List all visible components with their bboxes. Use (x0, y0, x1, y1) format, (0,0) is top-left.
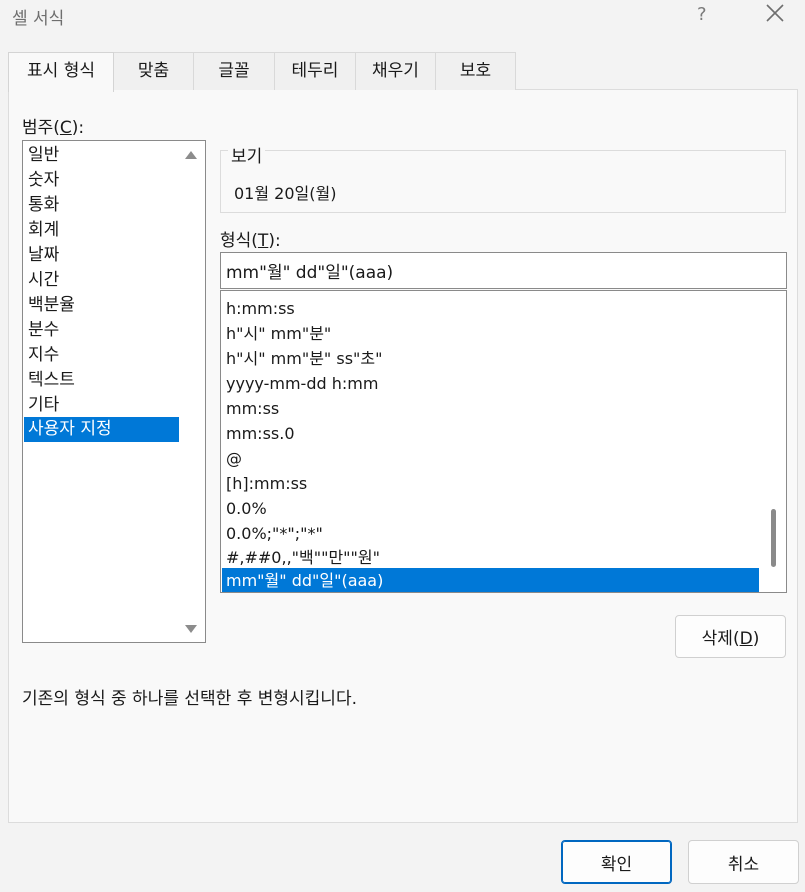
category-label-prefix: 범주( (22, 118, 60, 138)
help-button[interactable]: ? (697, 4, 707, 25)
category-item[interactable]: 기타 (24, 393, 179, 418)
category-item[interactable]: 분수 (24, 318, 179, 343)
format-list-scrollbar-thumb[interactable] (771, 509, 776, 567)
format-item[interactable]: 0.0% (222, 496, 759, 521)
tab-alignment[interactable]: 맞춤 (113, 52, 194, 90)
format-label-prefix: 형식( (220, 231, 258, 251)
format-item[interactable]: #,##0,,"백""만""원" (222, 545, 759, 570)
category-item-selected[interactable]: 사용자 지정 (24, 417, 179, 442)
format-label: 형식(T): (220, 226, 281, 251)
format-label-suffix: ): (268, 231, 281, 251)
tab-protection[interactable]: 보호 (435, 52, 516, 90)
format-item[interactable]: [h]:mm:ss (222, 471, 759, 496)
scroll-down-arrow-icon[interactable] (185, 625, 197, 633)
tab-number-format[interactable]: 표시 형식 (8, 52, 114, 92)
format-item[interactable]: h"시" mm"분" ss"초" (222, 346, 759, 371)
preview-label: 보기 (228, 142, 266, 167)
tab-font[interactable]: 글꼴 (193, 52, 275, 90)
category-item[interactable]: 텍스트 (24, 368, 179, 393)
tab-border[interactable]: 테두리 (274, 52, 356, 90)
dialog-title: 셀 서식 (12, 9, 65, 29)
category-item[interactable]: 백분율 (24, 293, 179, 318)
close-button[interactable] (764, 2, 786, 24)
description-text: 기존의 형식 중 하나를 선택한 후 변형시킵니다. (22, 689, 357, 709)
category-item[interactable]: 회계 (24, 218, 179, 243)
category-label-key: C (59, 118, 72, 138)
format-item[interactable]: mm:ss.0 (222, 421, 759, 446)
format-item[interactable]: yyyy-mm-dd h:mm (222, 371, 759, 396)
category-label: 범주(C): (22, 113, 84, 138)
delete-button-prefix: 삭제( (701, 629, 740, 649)
cancel-button[interactable]: 취소 (688, 840, 799, 884)
preview-value: 01월 20일(월) (234, 184, 337, 203)
format-item[interactable]: mm:ss (222, 396, 759, 421)
format-item[interactable]: 0.0%;"*";"*" (222, 521, 759, 546)
format-listbox[interactable]: h:mm:ss h"시" mm"분" h"시" mm"분" ss"초" yyyy… (220, 290, 787, 593)
delete-button-suffix: ) (752, 629, 760, 649)
format-item[interactable]: @ (222, 446, 759, 471)
format-item-selected[interactable]: mm"월" dd"일"(aaa) (222, 568, 759, 592)
category-item[interactable]: 일반 (24, 143, 179, 168)
category-item[interactable]: 시간 (24, 268, 179, 293)
format-item[interactable]: h"시" mm"분" (222, 321, 759, 346)
category-listbox[interactable]: 일반 숫자 통화 회계 날짜 시간 백분율 분수 지수 텍스트 기타 사용자 지… (22, 140, 206, 643)
scroll-up-arrow-icon[interactable] (185, 151, 197, 159)
category-item[interactable]: 숫자 (24, 168, 179, 193)
category-item[interactable]: 날짜 (24, 243, 179, 268)
format-input[interactable] (220, 252, 787, 289)
delete-button[interactable]: 삭제(D) (675, 615, 786, 658)
format-item[interactable]: h:mm:ss (222, 296, 759, 321)
category-item[interactable]: 지수 (24, 343, 179, 368)
category-label-suffix: ): (71, 118, 85, 138)
category-item[interactable]: 통화 (24, 193, 179, 218)
close-icon (766, 4, 784, 22)
tab-fill[interactable]: 채우기 (355, 52, 436, 90)
ok-button[interactable]: 확인 (561, 840, 672, 884)
delete-button-key: D (739, 629, 753, 649)
format-label-key: T (257, 231, 269, 251)
